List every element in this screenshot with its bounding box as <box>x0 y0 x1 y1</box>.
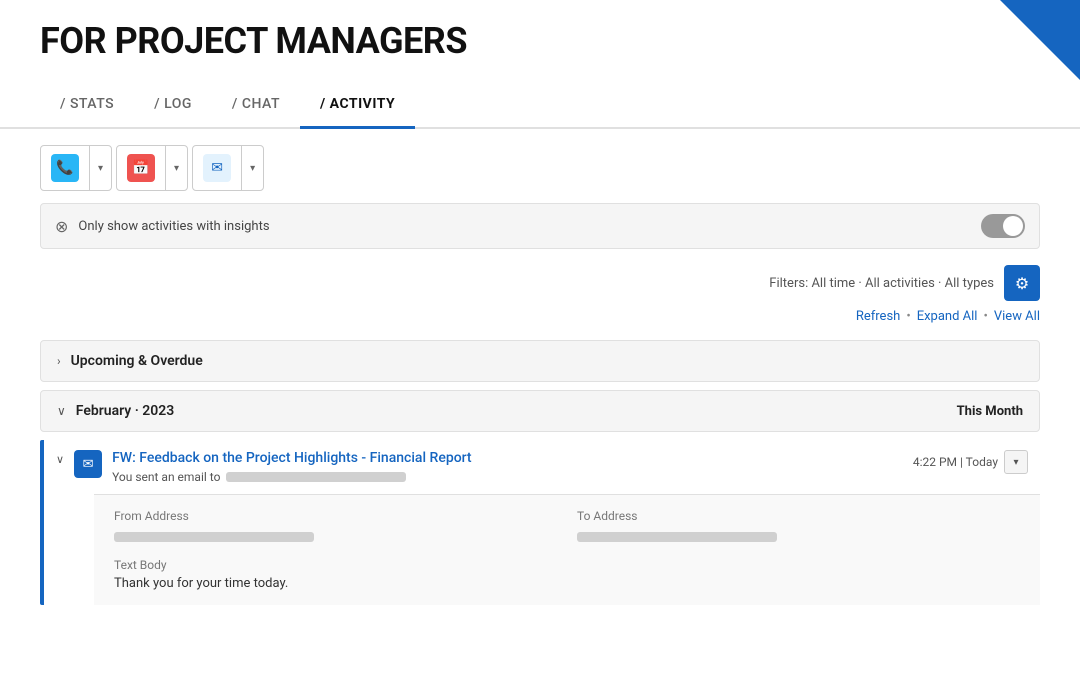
calendar-filter-dropdown[interactable]: ▾ <box>166 155 187 182</box>
tab-stats[interactable]: / STATS <box>40 82 134 127</box>
insights-bar: ⊗ Only show activities with insights <box>40 203 1040 249</box>
phone-icon: 📞 <box>51 154 79 182</box>
separator-2: • <box>983 309 987 324</box>
insights-icon: ⊗ <box>55 217 68 236</box>
calendar-icon-wrapper: 📅 <box>117 146 166 190</box>
email-icon: ✉ <box>203 154 231 182</box>
section-feb-2023[interactable]: ∨ February · 2023 This Month <box>40 390 1040 432</box>
to-address-value-blur <box>577 532 777 542</box>
tab-activity[interactable]: / ACTIVITY <box>300 82 415 129</box>
tab-chat[interactable]: / CHAT <box>212 82 300 127</box>
filters-gear-button[interactable]: ⚙ <box>1004 265 1040 301</box>
tab-log[interactable]: / LOG <box>134 82 212 127</box>
from-address-value-blur <box>114 532 314 542</box>
activity-subtitle: You sent an email to <box>112 470 903 484</box>
email-filter-dropdown[interactable]: ▾ <box>242 155 263 182</box>
chevron-down-icon: ∨ <box>57 404 66 418</box>
insights-label: Only show activities with insights <box>78 219 971 234</box>
view-all-link[interactable]: View All <box>994 309 1040 324</box>
activity-item: ∨ ✉ FW: Feedback on the Project Highligh… <box>44 440 1040 605</box>
activity-email-recipient-blur <box>226 472 406 482</box>
activity-email-icon: ✉ <box>74 450 102 478</box>
section-upcoming-title: Upcoming & Overdue <box>71 353 203 369</box>
chevron-right-icon: › <box>57 354 61 368</box>
page-title: FOR PROJECT MANAGERS <box>40 20 1040 72</box>
section-feb-right: This Month <box>957 404 1023 419</box>
insights-toggle[interactable] <box>981 214 1025 238</box>
header: FOR PROJECT MANAGERS <box>0 0 1080 72</box>
activity-main: FW: Feedback on the Project Highlights -… <box>112 450 903 484</box>
separator-1: • <box>906 309 910 324</box>
tabs-container: / STATS / LOG / CHAT / ACTIVITY <box>0 82 1080 129</box>
phone-filter-button[interactable]: 📞 ▾ <box>40 145 112 191</box>
calendar-icon: 📅 <box>127 154 155 182</box>
content-area: 📞 ▾ 📅 ▾ ✉ ▾ ⊗ Only show activities with … <box>0 129 1080 621</box>
calendar-filter-button[interactable]: 📅 ▾ <box>116 145 188 191</box>
gear-icon: ⚙ <box>1015 274 1029 293</box>
to-address-field: To Address <box>577 509 1020 546</box>
from-address-label: From Address <box>114 509 557 523</box>
activity-time-dropdown-button[interactable]: ▾ <box>1004 450 1028 474</box>
filters-text: Filters: All time · All activities · All… <box>769 276 994 291</box>
refresh-link[interactable]: Refresh <box>856 309 900 324</box>
activity-detail: From Address To Address Text Body Thank … <box>94 494 1040 605</box>
email-icon-wrapper: ✉ <box>193 146 242 190</box>
activity-time: 4:22 PM | Today ▾ <box>913 450 1028 474</box>
email-filter-button[interactable]: ✉ ▾ <box>192 145 264 191</box>
toggle-knob <box>1003 216 1023 236</box>
detail-grid: From Address To Address <box>114 509 1020 546</box>
filter-row: 📞 ▾ 📅 ▾ ✉ ▾ <box>40 145 1040 191</box>
activity-expand-icon[interactable]: ∨ <box>56 450 64 466</box>
filters-line: Filters: All time · All activities · All… <box>40 265 1040 301</box>
text-body-content: Thank you for your time today. <box>114 576 1020 591</box>
section-upcoming-overdue[interactable]: › Upcoming & Overdue <box>40 340 1040 382</box>
phone-filter-dropdown[interactable]: ▾ <box>90 155 111 182</box>
activity-timestamp: 4:22 PM | Today <box>913 455 998 469</box>
activity-title-link[interactable]: FW: Feedback on the Project Highlights -… <box>112 450 903 466</box>
activity-subtitle-text: You sent an email to <box>112 470 220 484</box>
corner-decoration <box>1000 0 1080 80</box>
to-address-label: To Address <box>577 509 1020 523</box>
phone-icon-wrapper: 📞 <box>41 146 90 190</box>
activity-item-wrapper: ∨ ✉ FW: Feedback on the Project Highligh… <box>40 440 1040 605</box>
text-body-label: Text Body <box>114 558 1020 572</box>
activity-header: ∨ ✉ FW: Feedback on the Project Highligh… <box>44 440 1040 494</box>
section-feb-title: February · 2023 <box>76 403 175 419</box>
action-links: Refresh • Expand All • View All <box>40 309 1040 324</box>
expand-all-link[interactable]: Expand All <box>917 309 978 324</box>
from-address-field: From Address <box>114 509 557 546</box>
text-body-section: Text Body Thank you for your time today. <box>114 558 1020 591</box>
